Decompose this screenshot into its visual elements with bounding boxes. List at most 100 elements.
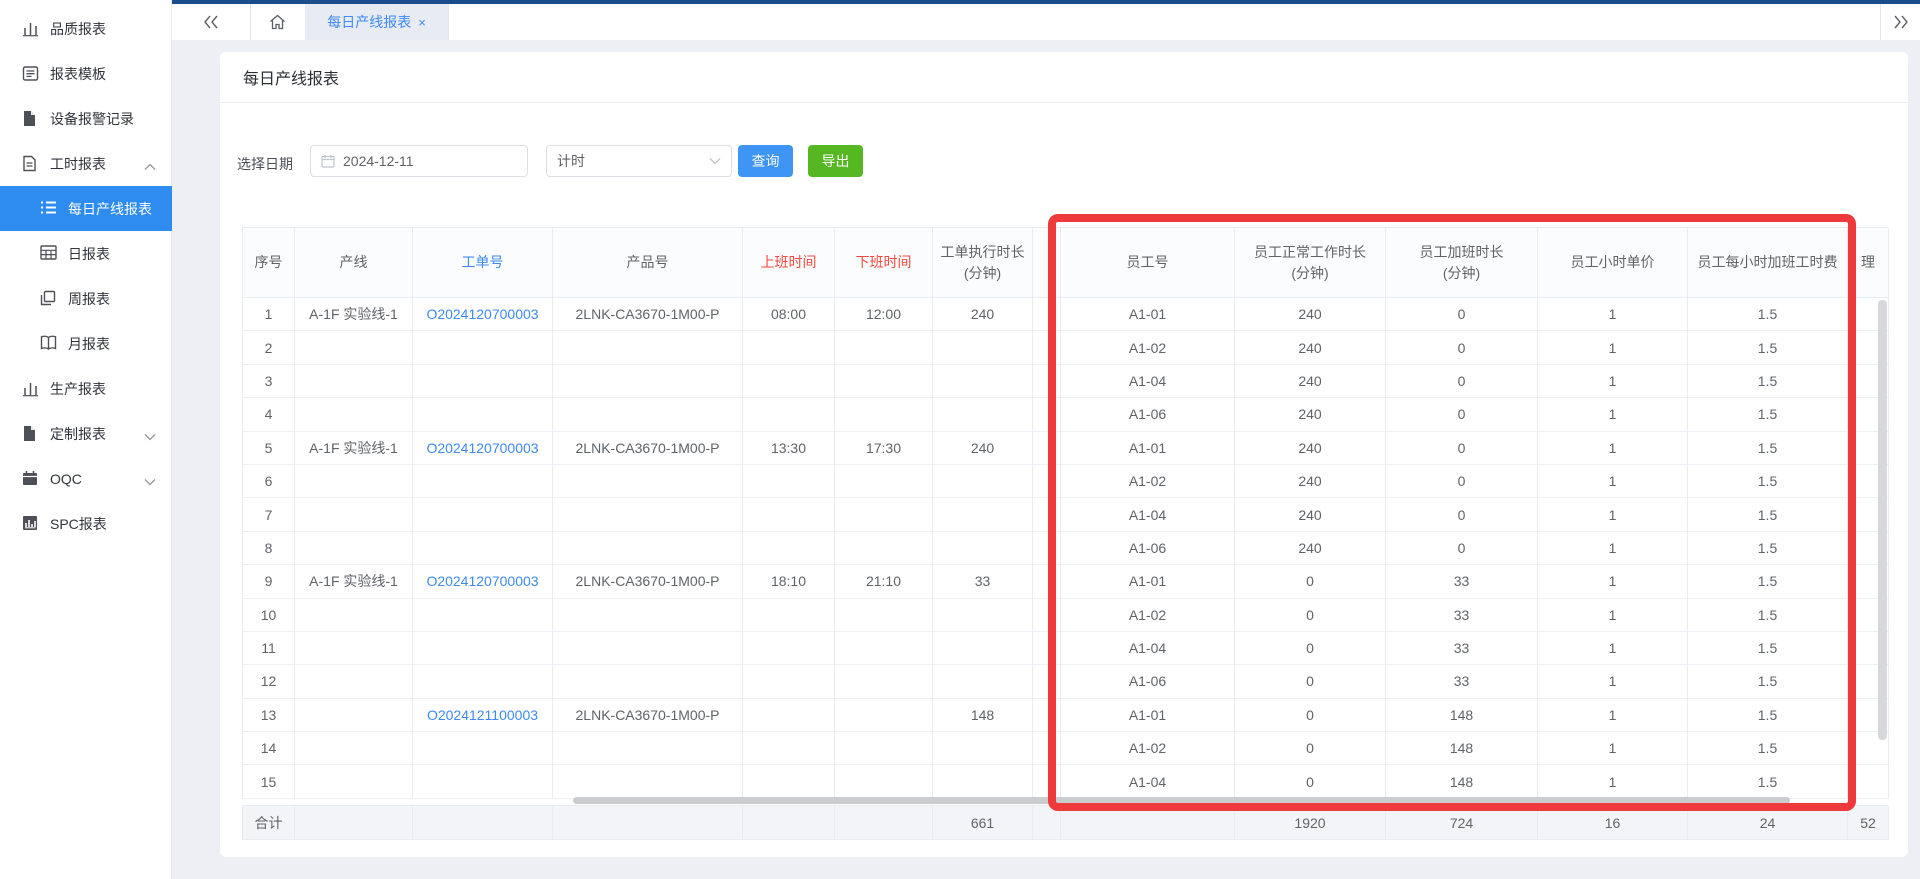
doc-lines-icon xyxy=(22,65,39,82)
file-icon xyxy=(22,425,39,442)
chart-box-icon xyxy=(22,515,39,532)
table-cell: 1.5 xyxy=(1688,765,1848,798)
table-cell xyxy=(835,398,933,431)
table-cell: 0 xyxy=(1386,365,1538,398)
table-cell: 11 xyxy=(243,632,295,665)
table-cell: 0 xyxy=(1386,432,1538,465)
table-row: 3A1-04240011.5 xyxy=(243,365,1888,398)
column-header: 工单号 xyxy=(413,228,553,298)
table-cell: 0 xyxy=(1386,298,1538,331)
table-cell: 148 xyxy=(1386,765,1538,798)
table-cell xyxy=(835,732,933,765)
home-tab[interactable] xyxy=(250,4,305,40)
table-cell xyxy=(295,365,413,398)
table-cell: 240 xyxy=(933,298,1033,331)
sidebar-item-5[interactable]: 每日产线报表 xyxy=(0,186,172,231)
table-cell xyxy=(1848,765,1889,798)
column-header: 产品号 xyxy=(553,228,743,298)
sidebar-item-1[interactable]: 品质报表 xyxy=(0,6,172,51)
table-cell: 13:30 xyxy=(743,432,835,465)
collapse-sidebar-button[interactable] xyxy=(172,4,250,40)
sidebar-item-2[interactable]: 报表模板 xyxy=(0,51,172,96)
table-cell xyxy=(1033,599,1061,632)
table-cell xyxy=(835,699,933,732)
work-order-link[interactable]: O2024120700003 xyxy=(413,565,553,598)
table-cell: 3 xyxy=(243,365,295,398)
table-cell: 240 xyxy=(1235,331,1386,364)
table-cell xyxy=(743,331,835,364)
vertical-scrollbar-thumb[interactable] xyxy=(1878,300,1887,740)
table-cell xyxy=(1033,365,1061,398)
column-header: 产线 xyxy=(295,228,413,298)
table-cell xyxy=(553,732,743,765)
table-cell xyxy=(1033,498,1061,531)
work-order-link[interactable]: O2024120700003 xyxy=(413,298,553,331)
table-cell xyxy=(933,498,1033,531)
table-cell: 08:00 xyxy=(743,298,835,331)
table-cell xyxy=(933,599,1033,632)
table-cell: 1 xyxy=(1538,465,1688,498)
close-tab-icon[interactable]: × xyxy=(418,15,426,30)
expand-tabs-button[interactable] xyxy=(1880,4,1920,40)
sidebar-item-label: 生产报表 xyxy=(50,379,106,399)
sidebar-item-7[interactable]: 周报表 xyxy=(0,276,172,321)
sidebar-item-10[interactable]: 定制报表 xyxy=(0,411,172,456)
table-cell xyxy=(1033,732,1061,765)
table-cell xyxy=(835,765,933,798)
table-cell xyxy=(835,632,933,665)
table-cell xyxy=(835,665,933,698)
table-cell: 0 xyxy=(1386,498,1538,531)
table-cell: 2LNK-CA3670-1M00-P xyxy=(553,298,743,331)
sidebar-item-12[interactable]: SPC报表 xyxy=(0,501,172,546)
sidebar-item-label: 品质报表 xyxy=(50,19,106,39)
table-cell: 240 xyxy=(1235,398,1386,431)
table-cell: 0 xyxy=(1235,665,1386,698)
table-cell: 1 xyxy=(1538,398,1688,431)
chevron-down-icon xyxy=(144,473,156,485)
table-cell xyxy=(413,765,553,798)
bar-chart-icon xyxy=(22,20,39,37)
table-cell xyxy=(743,765,835,798)
sidebar-item-6[interactable]: 日报表 xyxy=(0,231,172,276)
table-cell xyxy=(1033,632,1061,665)
table-total-row: 合计6611920724162452 xyxy=(242,805,1888,840)
tab-bar: 每日产线报表 × xyxy=(172,4,1920,40)
table-cell: 0 xyxy=(1386,532,1538,565)
total-cell xyxy=(835,806,933,840)
table-cell: 240 xyxy=(933,432,1033,465)
table-cell: A1-02 xyxy=(1061,599,1235,632)
table-cell xyxy=(413,599,553,632)
sidebar-item-9[interactable]: 生产报表 xyxy=(0,366,172,411)
table-cell: A1-04 xyxy=(1061,365,1235,398)
table-cell: 12:00 xyxy=(835,298,933,331)
table-row: 11A1-0403311.5 xyxy=(243,632,1888,665)
table-cell: 1.5 xyxy=(1688,599,1848,632)
horizontal-scrollbar-thumb[interactable] xyxy=(573,797,1790,804)
calendar-icon xyxy=(22,470,39,487)
work-order-link[interactable]: O2024121100003 xyxy=(413,699,553,732)
sidebar-item-label: 周报表 xyxy=(68,289,110,309)
work-order-link[interactable]: O2024120700003 xyxy=(413,432,553,465)
column-header: 员工正常工作时长(分钟) xyxy=(1235,228,1386,298)
table-cell xyxy=(553,331,743,364)
tab-daily-line-report[interactable]: 每日产线报表 × xyxy=(305,4,448,40)
export-button[interactable]: 导出 xyxy=(808,145,863,177)
copy-icon xyxy=(40,290,57,307)
query-button[interactable]: 查询 xyxy=(738,145,793,177)
sidebar-item-11[interactable]: OQC xyxy=(0,456,172,501)
table-cell xyxy=(1033,432,1061,465)
select-value: 计时 xyxy=(557,151,585,171)
sidebar-item-8[interactable]: 月报表 xyxy=(0,321,172,366)
type-select[interactable]: 计时 xyxy=(546,145,732,177)
sidebar-item-4[interactable]: 工时报表 xyxy=(0,141,172,186)
table-row: 14A1-02014811.5 xyxy=(243,732,1888,765)
table-cell xyxy=(1033,765,1061,798)
sidebar-item-label: 定制报表 xyxy=(50,424,106,444)
total-cell xyxy=(1061,806,1235,840)
date-input[interactable]: 2024-12-11 xyxy=(310,145,528,177)
column-header xyxy=(1033,228,1061,298)
sidebar-item-3[interactable]: 设备报警记录 xyxy=(0,96,172,141)
table-row: 12A1-0603311.5 xyxy=(243,665,1888,698)
sidebar-item-label: 报表模板 xyxy=(50,64,106,84)
total-cell: 16 xyxy=(1538,806,1688,840)
